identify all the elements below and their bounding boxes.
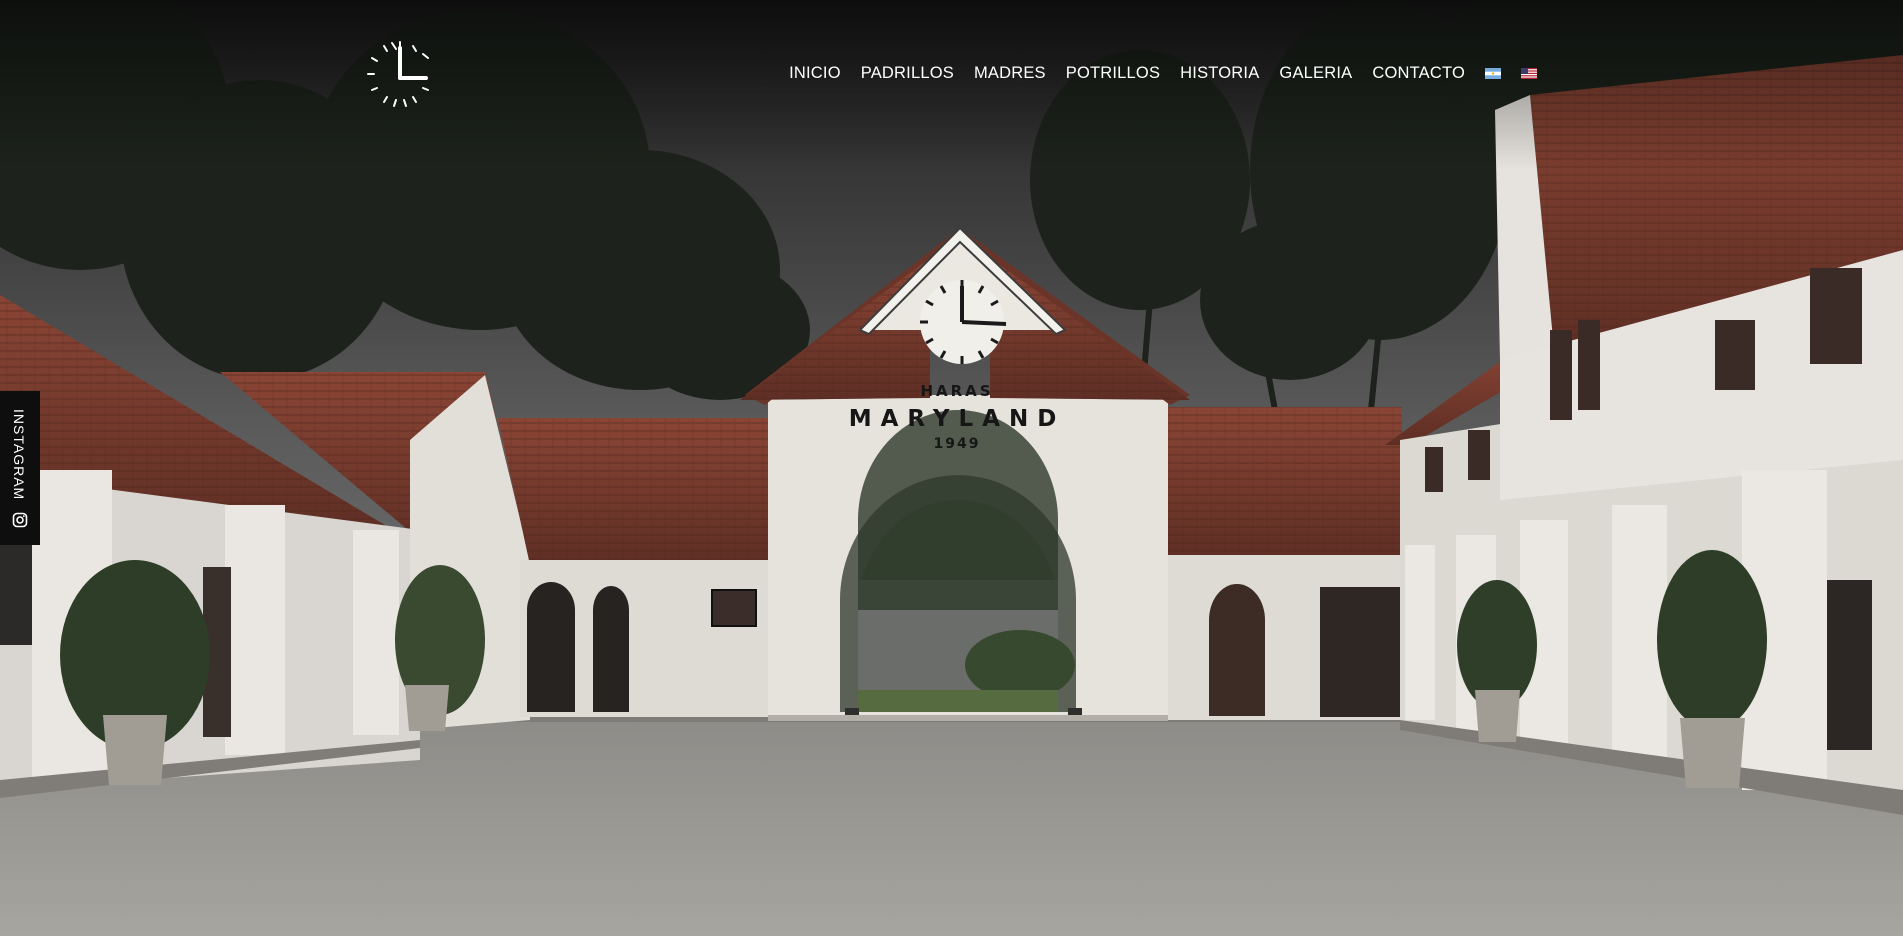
- sign-haras: HARAS: [920, 382, 994, 400]
- nav-potrillos[interactable]: POTRILLOS: [1066, 64, 1160, 83]
- instagram-tab[interactable]: INSTAGRAM: [0, 391, 40, 545]
- nav-galeria[interactable]: GALERIA: [1279, 64, 1352, 83]
- sign-year: 1949: [933, 436, 981, 452]
- usa-flag-icon[interactable]: [1521, 68, 1537, 79]
- nav-madres[interactable]: MADRES: [974, 64, 1046, 83]
- instagram-label: INSTAGRAM: [11, 409, 27, 501]
- nav-historia[interactable]: HISTORIA: [1180, 64, 1259, 83]
- nav-contacto[interactable]: CONTACTO: [1372, 64, 1465, 83]
- argentina-flag-icon[interactable]: [1485, 68, 1501, 79]
- hero-image: [0, 0, 1903, 936]
- logo[interactable]: [366, 40, 434, 108]
- nav-padrillos[interactable]: PADRILLOS: [861, 64, 954, 83]
- main-nav: INICIO PADRILLOS MADRES POTRILLOS HISTOR…: [789, 64, 1537, 83]
- nav-inicio[interactable]: INICIO: [789, 64, 841, 83]
- instagram-icon: [12, 512, 28, 528]
- clock-icon: [367, 41, 429, 107]
- estate-illustration: [0, 0, 1903, 936]
- sign-maryland: MARYLAND: [848, 406, 1066, 432]
